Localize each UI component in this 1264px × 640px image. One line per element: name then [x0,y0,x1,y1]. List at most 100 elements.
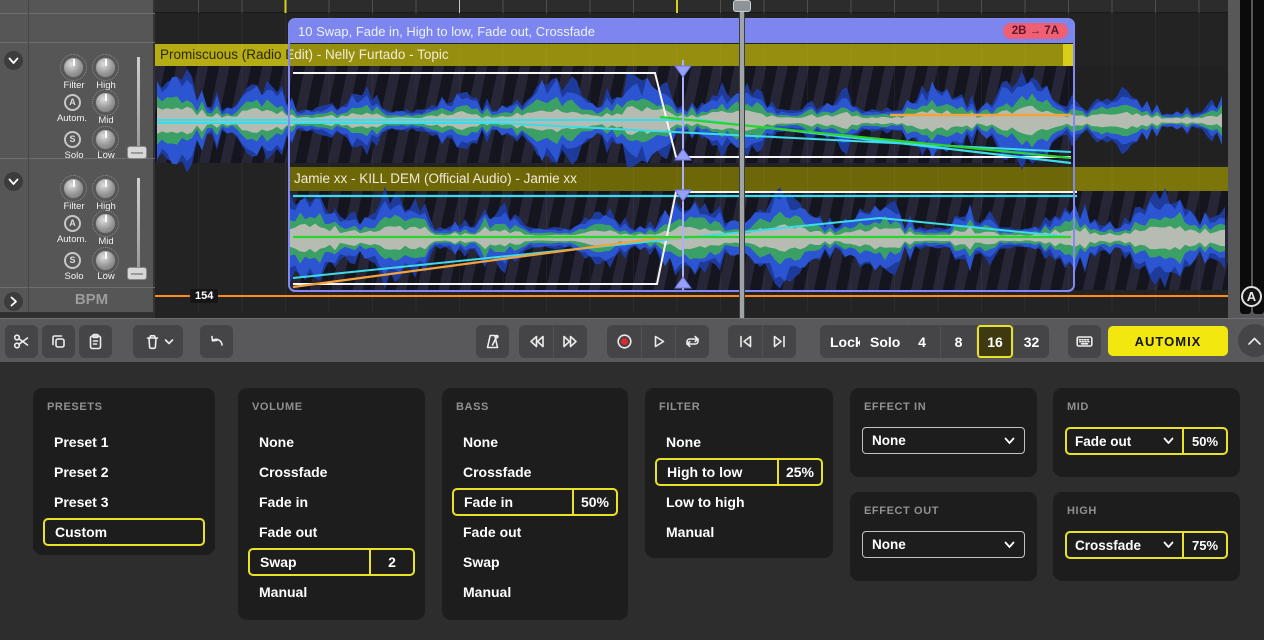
mixer-sidebar: Filter High A Autom. Mid S Solo Low Filt… [0,0,155,318]
bass-none-option[interactable]: None [442,427,628,457]
bass-swap-option[interactable]: Swap [442,547,628,577]
deck-1-low-knob[interactable] [95,129,116,150]
panel-title: MID [1067,401,1240,413]
loop-length-16[interactable]: 16 [976,325,1013,358]
effect-out-panel: EFFECT OUT None [850,492,1037,581]
track1-lane[interactable] [155,66,1075,163]
dj-studio-app: Promiscuous (Radio Edit) - Nelly Furtado… [0,0,1264,640]
track2-lane[interactable] [288,191,1228,290]
play-button[interactable] [641,325,675,358]
filter-manual-option[interactable]: Manual [645,517,833,547]
loop-length-8[interactable]: 8 [940,325,976,358]
filter-panel: FILTER None High to low 25% Low to high … [645,388,833,558]
loop-length-4[interactable]: 4 [904,325,940,358]
trash-icon [143,332,162,351]
timeline-ruler[interactable] [155,0,1228,13]
filter-high-to-low-option-selected[interactable]: High to low 25% [655,458,823,486]
transition-label: 10 Swap, Fade in, High to low, Fade out,… [298,24,595,39]
deck-2-fader-handle[interactable] [127,267,147,280]
metronome-icon [483,332,502,351]
bass-fade-out-option[interactable]: Fade out [442,517,628,547]
skip-to-start-button[interactable] [728,325,762,358]
select-value: Crossfade [1075,538,1141,553]
high-transition-combo: Crossfade 75% [1065,531,1228,559]
skip-to-end-button[interactable] [762,325,796,358]
preset-3-option[interactable]: Preset 3 [33,487,215,517]
bpm-row-expand-button[interactable] [4,292,23,311]
chevron-down-icon [8,178,19,186]
right-meter-strip: A [1228,0,1264,318]
preset-2-option[interactable]: Preset 2 [33,457,215,487]
mid-panel: MID Fade out 50% [1053,388,1240,477]
bpm-row-label: BPM [28,291,155,308]
loop-length-32[interactable]: 32 [1013,325,1049,358]
high-percent-value[interactable]: 75% [1182,533,1226,557]
deck-2-solo-toggle[interactable]: S [64,252,81,269]
cut-button[interactable] [5,325,38,358]
bass-crossfade-option[interactable]: Crossfade [442,457,628,487]
solo-button[interactable]: Solo [860,325,910,358]
metronome-button[interactable] [476,325,509,358]
loop-icon [683,332,702,351]
track1-clip-titlebar[interactable]: Promiscuous (Radio Edit) - Nelly Furtado… [155,44,1073,66]
volume-none-option[interactable]: None [238,427,425,457]
bass-fade-in-option-selected[interactable]: Fade in 50% [452,488,618,516]
deck-2-mid-knob[interactable] [95,213,116,234]
deck-1-fader-track [137,57,140,147]
deck-2-low-knob[interactable] [95,250,116,271]
volume-fade-out-option[interactable]: Fade out [238,517,425,547]
undo-button[interactable] [200,325,233,358]
select-value: Fade out [1075,434,1131,449]
deck-1-filter-knob[interactable] [63,57,84,78]
track1-lane-tail[interactable] [1075,66,1228,163]
delete-button[interactable] [133,325,183,358]
preset-1-option[interactable]: Preset 1 [33,427,215,457]
playhead-handle[interactable] [733,0,751,12]
scissors-icon [12,332,31,351]
volume-manual-option[interactable]: Manual [238,577,425,607]
track2-clip-titlebar[interactable]: Jamie xx - KILL DEM (Official Audio) - J… [288,167,1228,191]
deck-2-high-knob[interactable] [95,178,116,199]
bpm-automation-line[interactable] [155,295,1228,297]
deck-1-fader-handle[interactable] [127,146,147,159]
deck-1-solo-toggle[interactable]: S [64,131,81,148]
record-button[interactable] [607,325,641,358]
toolbar: Lock Solo 4 8 16 32 AUTOMIX [0,318,1264,362]
filter-none-option[interactable]: None [645,427,833,457]
paste-button[interactable] [79,325,112,358]
collapse-panel-button[interactable] [1238,324,1264,357]
timeline: Promiscuous (Radio Edit) - Nelly Furtado… [0,0,1264,318]
mid-percent-value[interactable]: 50% [1182,429,1226,453]
volume-crossfade-option[interactable]: Crossfade [238,457,425,487]
effect-in-select[interactable]: None [862,427,1025,454]
automix-button[interactable]: AUTOMIX [1108,326,1228,356]
deck-1-collapse-button[interactable] [4,51,23,70]
rewind-button[interactable] [519,325,553,358]
high-knob-label: High [85,80,127,91]
keyboard-shortcuts-button[interactable] [1068,325,1101,358]
filter-low-to-high-option[interactable]: Low to high [645,487,833,517]
high-select[interactable]: Crossfade [1067,533,1182,557]
volume-fade-in-option[interactable]: Fade in [238,487,425,517]
effect-out-select[interactable]: None [862,531,1025,558]
transition-header[interactable]: 10 Swap, Fade in, High to low, Fade out,… [289,19,1074,43]
option-value[interactable]: 50% [572,490,616,514]
option-value[interactable]: 2 [369,550,413,574]
deck-1-automation-toggle[interactable]: A [64,94,81,111]
playhead[interactable] [740,0,744,318]
copy-button[interactable] [42,325,75,358]
deck-1-high-knob[interactable] [95,57,116,78]
deck-2-filter-knob[interactable] [63,178,84,199]
fast-forward-button[interactable] [553,325,587,358]
undo-arrow-icon [207,332,226,351]
volume-swap-option-selected[interactable]: Swap 2 [248,548,415,576]
preset-custom-option-selected[interactable]: Custom [43,518,205,546]
mid-select[interactable]: Fade out [1067,429,1182,453]
deck-2-automation-toggle[interactable]: A [64,215,81,232]
option-value[interactable]: 25% [777,460,821,484]
bass-manual-option[interactable]: Manual [442,577,628,607]
deck-1-mid-knob[interactable] [95,92,116,113]
loop-button[interactable] [675,325,709,358]
panel-title: PRESETS [47,401,215,413]
deck-2-collapse-button[interactable] [4,172,23,191]
